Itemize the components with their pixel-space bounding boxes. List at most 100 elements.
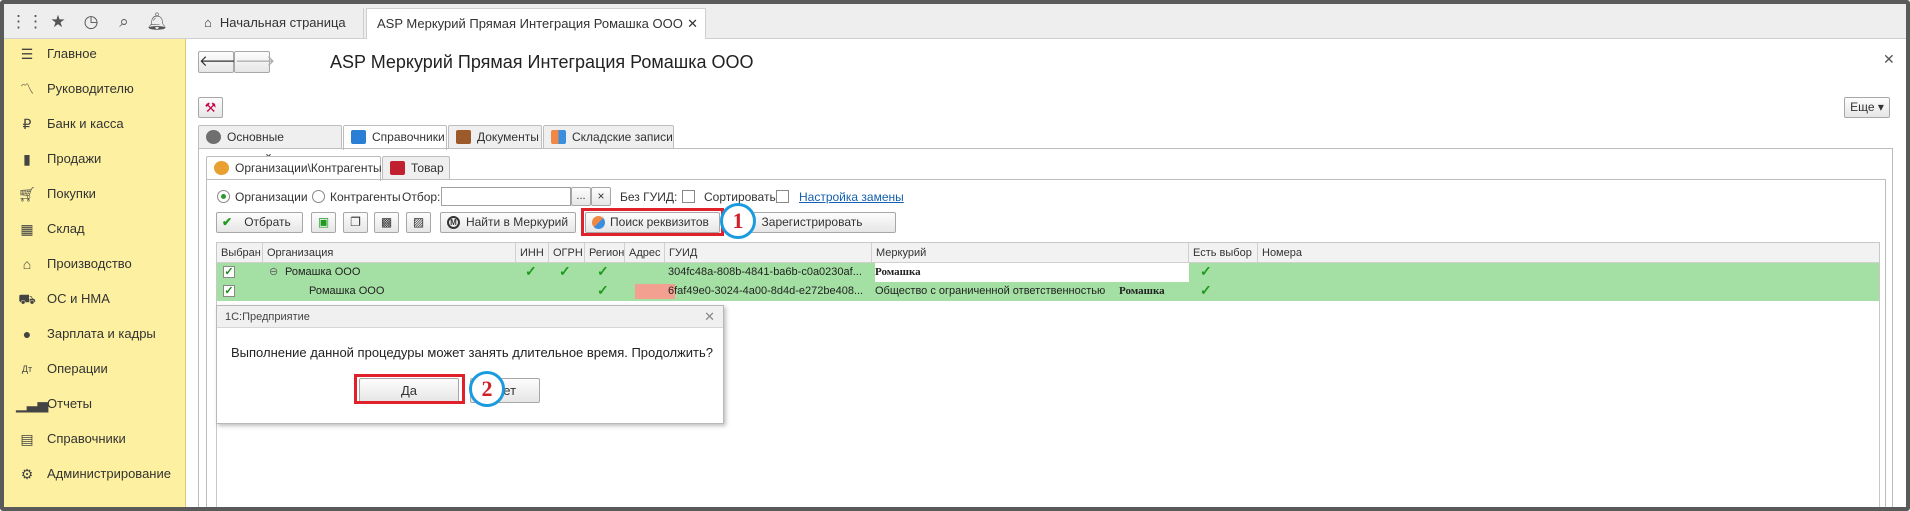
sidebar-item-sales[interactable]: ▮ Продажи	[4, 144, 186, 174]
radio-contractors[interactable]	[312, 190, 325, 203]
sidebar-item-assets[interactable]: ⛟ ОС и НМА	[4, 284, 186, 314]
col-region[interactable]: Регион	[585, 243, 625, 263]
col-has-choice[interactable]: Есть выбор	[1189, 243, 1258, 263]
col-ogrn[interactable]: ОГРН	[549, 243, 585, 263]
collapse-icon[interactable]: ⊖	[269, 263, 281, 282]
sidebar-item-label: Зарплата и кадры	[47, 326, 156, 341]
row-guid: 304fc48a-808b-4841-ba6b-c0a0230af...	[668, 266, 862, 278]
dialog-close-icon[interactable]: ✕	[704, 309, 715, 325]
organization-icon	[214, 161, 229, 175]
sidebar-item-label: Справочники	[47, 431, 126, 446]
table-row[interactable]: ✓ ⊖ Ромашка ООО ✓ ✓ ✓ 304fc48a-808b-4841…	[217, 263, 1879, 282]
dialog-title: 1С:Предприятие	[217, 306, 723, 328]
tab-label: Документы	[477, 130, 539, 144]
sidebar-item-director[interactable]: 〽 Руководителю	[4, 74, 186, 104]
history-icon[interactable]: ◷	[77, 10, 105, 34]
radio-organizations-label: Организации	[235, 190, 308, 204]
sort-label: Сортировать:	[704, 190, 780, 204]
sidebar-item-purchases[interactable]: 🛒︎ Покупки	[4, 179, 186, 209]
no-guid-checkbox[interactable]	[682, 190, 695, 203]
forward-button[interactable]: 🡒	[234, 51, 275, 73]
warehouse-icon: ▦	[20, 221, 34, 237]
more-button[interactable]: Еще ▾	[1844, 97, 1890, 118]
sort-checkbox[interactable]	[776, 190, 789, 203]
close-form-icon[interactable]: ✕	[1883, 51, 1895, 68]
cart-icon	[390, 161, 405, 175]
ogrn-ok-icon: ✓	[559, 263, 571, 279]
ruble-icon: ₽	[22, 116, 32, 132]
tab-asp-label: ASP Меркурий Прямая Интеграция Ромашка О…	[377, 16, 683, 31]
sidebar-item-label: Главное	[47, 46, 97, 61]
sidebar-item-label: Покупки	[47, 186, 96, 201]
menu-icon: ☰	[20, 46, 34, 62]
row-checkbox[interactable]: ✓	[223, 266, 235, 278]
tab-asp-mercury[interactable]: ASP Меркурий Прямая Интеграция Ромашка О…	[366, 8, 706, 39]
cart-icon: 🛒︎	[18, 186, 36, 202]
refresh-icon[interactable]: ▨	[406, 212, 431, 233]
book-icon: ▤	[20, 431, 34, 447]
row-organization: Ромашка ООО	[285, 266, 361, 278]
select-button[interactable]: ✔ Отбрать	[216, 212, 303, 233]
tab-label: Товар	[411, 161, 444, 175]
inn-ok-icon: ✓	[525, 263, 537, 279]
sidebar-item-warehouse[interactable]: ▦ Склад	[4, 214, 186, 244]
filter-select-button[interactable]: ...	[571, 187, 591, 206]
back-button[interactable]: 🡐	[198, 51, 239, 73]
sidebar-item-bank[interactable]: ₽ Банк и касса	[4, 109, 186, 139]
page-title: ASP Меркурий Прямая Интеграция Ромашка О…	[330, 52, 754, 72]
tab-goods[interactable]: Товар	[382, 156, 450, 180]
filter-input[interactable]	[441, 187, 571, 206]
col-mercury[interactable]: Меркурий	[872, 243, 1189, 263]
tab-orgs-contractors[interactable]: Организации\Контрагенты	[206, 156, 382, 181]
select-button-label: Отбрать	[244, 215, 291, 229]
dt-kt-icon: Дт	[21, 364, 33, 374]
radio-organizations[interactable]	[217, 190, 230, 203]
tab-references[interactable]: Справочники	[343, 125, 447, 150]
bell-icon[interactable]: 🔔︎	[143, 10, 171, 34]
mercury-icon: M	[447, 216, 460, 229]
search-icon[interactable]: ⌕	[110, 10, 138, 34]
sidebar-item-reports[interactable]: ▁▃▅ Отчеты	[4, 389, 186, 419]
col-guid[interactable]: ГУИД	[665, 243, 872, 263]
chart-line-icon: 〽	[20, 81, 34, 97]
row-checkbox[interactable]: ✓	[223, 285, 235, 297]
settings-tools-button[interactable]: ⚒	[198, 97, 223, 118]
highlight-box-2	[354, 374, 465, 404]
sidebar-item-production[interactable]: ⌂ Производство	[4, 249, 186, 279]
callout-1: 1	[720, 203, 756, 239]
sidebar-item-label: Руководителю	[47, 81, 134, 96]
copy-icon[interactable]: ❐	[343, 212, 368, 233]
sidebar-item-label: Продажи	[47, 151, 102, 166]
col-selected[interactable]: Выбран	[217, 243, 263, 263]
tab-label: Справочники	[372, 130, 445, 144]
sidebar-item-label: Банк и касса	[47, 116, 124, 131]
tab-documents[interactable]: Документы	[448, 125, 542, 149]
table-row[interactable]: ✓ Ромашка ООО ✓ 6faf49e0-3024-4a00-8d4d-…	[217, 282, 1879, 301]
find-in-mercury-button[interactable]: M Найти в Меркурий	[440, 212, 576, 233]
home-icon: ⌂	[204, 15, 212, 30]
apps-grid-icon[interactable]: ⋮⋮	[10, 10, 44, 34]
tab-close-icon[interactable]: ✕	[687, 9, 698, 39]
favorites-star-icon[interactable]: ★	[44, 10, 72, 34]
sidebar-item-operations[interactable]: Дт Операции	[4, 354, 186, 384]
col-numbers[interactable]: Номера	[1258, 243, 1879, 263]
filter-clear-button[interactable]: ×	[591, 187, 611, 206]
tab-main-settings[interactable]: Основные настройки	[198, 125, 342, 166]
sidebar-item-main[interactable]: ☰ Главное	[4, 39, 186, 69]
tab-warehouse-records[interactable]: Складские записи	[543, 125, 674, 149]
sidebar-item-admin[interactable]: ⚙ Администрирование	[4, 459, 186, 489]
replace-settings-link[interactable]: Настройка замены	[799, 190, 904, 204]
uncheck-all-icon[interactable]: ▩	[374, 212, 399, 233]
col-inn[interactable]: ИНН	[516, 243, 549, 263]
col-organization[interactable]: Организация	[263, 243, 516, 263]
sidebar-item-label: Отчеты	[47, 396, 92, 411]
row-mercury: Общество с ограниченной ответственностью	[875, 285, 1106, 297]
check-all-icon[interactable]: ▣	[311, 212, 336, 233]
sidebar-item-references[interactable]: ▤ Справочники	[4, 424, 186, 454]
filter-label: Отбор:	[402, 190, 441, 204]
col-address[interactable]: Адрес	[625, 243, 665, 263]
gear-icon	[206, 130, 221, 144]
has-choice-icon: ✓	[1200, 282, 1212, 298]
sidebar-item-salary[interactable]: ● Зарплата и кадры	[4, 319, 186, 349]
tab-home[interactable]: ⌂ Начальная страница	[192, 8, 364, 39]
